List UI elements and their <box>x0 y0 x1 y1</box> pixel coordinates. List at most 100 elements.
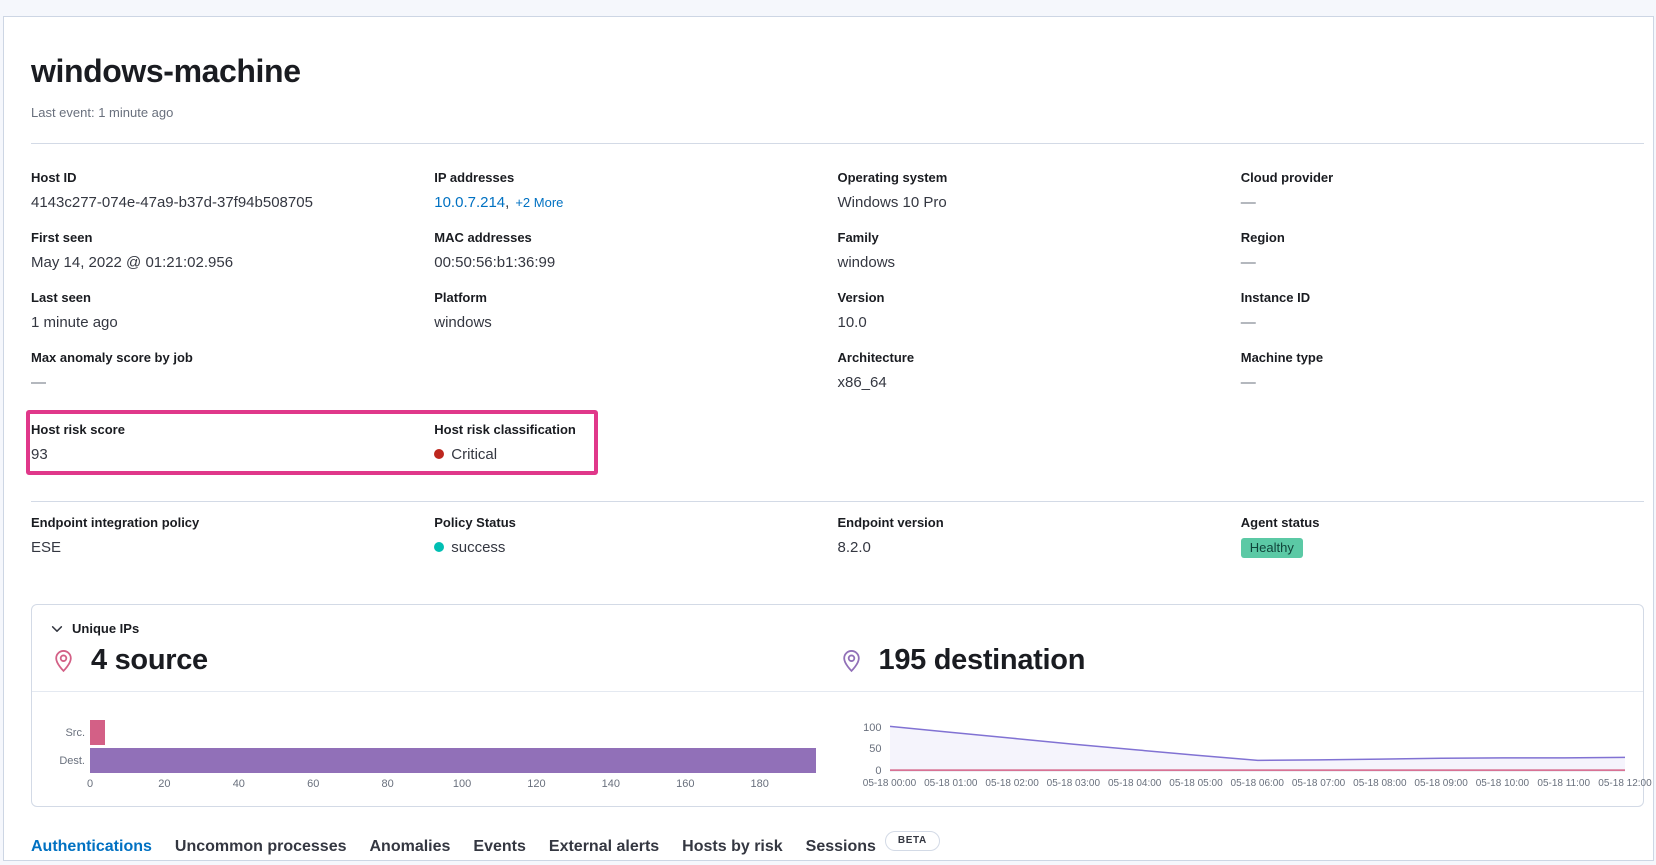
ip-address-link[interactable]: 10.0.7.214 <box>434 194 505 211</box>
x-tick-label: 120 <box>527 778 545 790</box>
field-label: Agent status <box>1241 515 1644 531</box>
field-value: May 14, 2022 @ 01:21:02.956 <box>31 252 434 273</box>
x-tick-label: 100 <box>453 778 471 790</box>
x-tick-label: 80 <box>382 778 394 790</box>
field-version: Version 10.0 <box>838 290 1241 333</box>
bar-category-label: Src. <box>50 727 90 739</box>
host-details-page: windows-machine Last event: 1 minute ago… <box>3 16 1654 861</box>
field-label: Policy Status <box>434 515 837 531</box>
destination-ips-stat: 195 destination <box>838 644 1626 677</box>
host-detail-tabs: Authentications Uncommon processes Anoma… <box>31 837 1644 861</box>
field-label: Cloud provider <box>1241 170 1644 186</box>
ip-line-chart-yaxis: 050100 <box>860 720 890 772</box>
field-value: — <box>1241 192 1644 213</box>
field-label: Region <box>1241 230 1644 246</box>
field-host-risk-score: Host risk score 93 <box>31 422 434 465</box>
field-operating-system: Operating system Windows 10 Pro <box>838 170 1241 213</box>
bar-track <box>90 720 816 745</box>
field-architecture: Architecture x86_64 <box>838 350 1241 393</box>
tab-external-alerts[interactable]: External alerts <box>549 838 659 861</box>
field-label: Machine type <box>1241 350 1644 366</box>
unique-ips-panel: Unique IPs 4 source 195 destination Src.… <box>31 604 1644 807</box>
field-endpoint-version: Endpoint version 8.2.0 <box>838 515 1241 558</box>
x-tick-label: 05-18 06:00 <box>1231 778 1284 789</box>
source-count-text: 4 source <box>91 644 208 677</box>
unique-ips-charts: Src.Dest. 020406080100120140160180 05010… <box>50 720 1625 792</box>
y-tick-label: 100 <box>863 722 881 734</box>
tab-label: External alerts <box>549 838 659 856</box>
field-value: 10.0.7.214, +2 More <box>434 192 837 213</box>
field-label: First seen <box>31 230 434 246</box>
field-value: 00:50:56:b1:36:99 <box>434 252 837 273</box>
field-label: Endpoint integration policy <box>31 515 434 531</box>
tab-events[interactable]: Events <box>473 838 525 861</box>
overview-column-4: Cloud provider — Region — Instance ID — … <box>1241 170 1644 410</box>
field-cloud-provider: Cloud provider — <box>1241 170 1644 213</box>
ip-line-chart-svg <box>890 720 1626 771</box>
field-label: Endpoint version <box>838 515 1241 531</box>
field-value: — <box>1241 252 1644 273</box>
field-agent-status: Agent status Healthy <box>1241 515 1644 558</box>
x-tick-label: 05-18 03:00 <box>1047 778 1100 789</box>
field-label: Family <box>838 230 1241 246</box>
field-label: Platform <box>434 290 837 306</box>
panel-divider <box>32 691 1643 692</box>
bar-src <box>90 720 105 745</box>
x-tick-label: 05-18 08:00 <box>1353 778 1406 789</box>
field-first-seen: First seen May 14, 2022 @ 01:21:02.956 <box>31 230 434 273</box>
ip-more-link[interactable]: +2 More <box>515 195 563 210</box>
overview-column-3: Operating system Windows 10 Pro Family w… <box>838 170 1241 410</box>
x-tick-label: 05-18 02:00 <box>985 778 1038 789</box>
risk-classification-text: Critical <box>451 446 497 463</box>
x-tick-label: 05-18 09:00 <box>1414 778 1467 789</box>
x-tick-label: 140 <box>602 778 620 790</box>
x-tick-label: 05-18 05:00 <box>1169 778 1222 789</box>
x-tick-label: 05-18 01:00 <box>924 778 977 789</box>
header-divider <box>31 143 1644 144</box>
unique-ips-collapse-toggle[interactable]: Unique IPs <box>50 621 1625 636</box>
x-tick-label: 0 <box>87 778 93 790</box>
x-tick-label: 05-18 12:00 <box>1598 778 1651 789</box>
tab-label: Anomalies <box>370 838 451 856</box>
map-pin-icon <box>50 647 77 674</box>
field-ip-addresses: IP addresses 10.0.7.214,+2 More <box>434 170 837 213</box>
x-tick-label: 05-18 07:00 <box>1292 778 1345 789</box>
field-host-id: Host ID 4143c277-074e-47a9-b37d-37f94b50… <box>31 170 434 213</box>
ip-separator: , <box>505 194 509 211</box>
x-tick-label: 05-18 11:00 <box>1537 778 1590 789</box>
tab-anomalies[interactable]: Anomalies <box>370 838 451 861</box>
field-value: windows <box>838 252 1241 273</box>
tab-label: Uncommon processes <box>175 838 347 856</box>
field-policy-status: Policy Status success <box>434 515 837 558</box>
field-region: Region — <box>1241 230 1644 273</box>
ip-bar-chart-xaxis: 020406080100120140160180 <box>90 776 816 792</box>
field-label: Instance ID <box>1241 290 1644 306</box>
chevron-down-icon <box>50 622 64 636</box>
tab-authentications[interactable]: Authentications <box>31 838 152 861</box>
tab-sessions[interactable]: SessionsBETA <box>806 837 940 861</box>
x-tick-label: 05-18 04:00 <box>1108 778 1161 789</box>
success-dot-icon <box>434 542 444 552</box>
unique-ips-line-chart: 050100 05-18 00:0005-18 01:0005-18 02:00… <box>860 720 1626 792</box>
beta-badge: BETA <box>885 831 940 851</box>
tab-hosts-by-risk[interactable]: Hosts by risk <box>682 838 782 861</box>
overview-column-2: IP addresses 10.0.7.214,+2 More MAC addr… <box>434 170 837 410</box>
destination-count-text: 195 destination <box>879 644 1086 677</box>
bar-category-label: Dest. <box>50 755 90 767</box>
field-label: Host ID <box>31 170 434 186</box>
field-value: 4143c277-074e-47a9-b37d-37f94b508705 <box>31 192 434 213</box>
field-label: Host risk classification <box>434 422 837 438</box>
field-value: x86_64 <box>838 372 1241 393</box>
field-host-risk-classification: Host risk classification Critical <box>434 422 837 465</box>
field-label: Version <box>838 290 1241 306</box>
source-ips-stat: 4 source <box>50 644 838 677</box>
tab-uncommon-processes[interactable]: Uncommon processes <box>175 838 347 861</box>
field-value: Critical <box>434 444 837 465</box>
x-tick-label: 20 <box>158 778 170 790</box>
unique-ips-title: Unique IPs <box>72 621 139 636</box>
x-tick-label: 160 <box>676 778 694 790</box>
field-instance-id: Instance ID — <box>1241 290 1644 333</box>
tab-label: Sessions <box>806 838 876 856</box>
critical-dot-icon <box>434 449 444 459</box>
field-label: Host risk score <box>31 422 434 438</box>
